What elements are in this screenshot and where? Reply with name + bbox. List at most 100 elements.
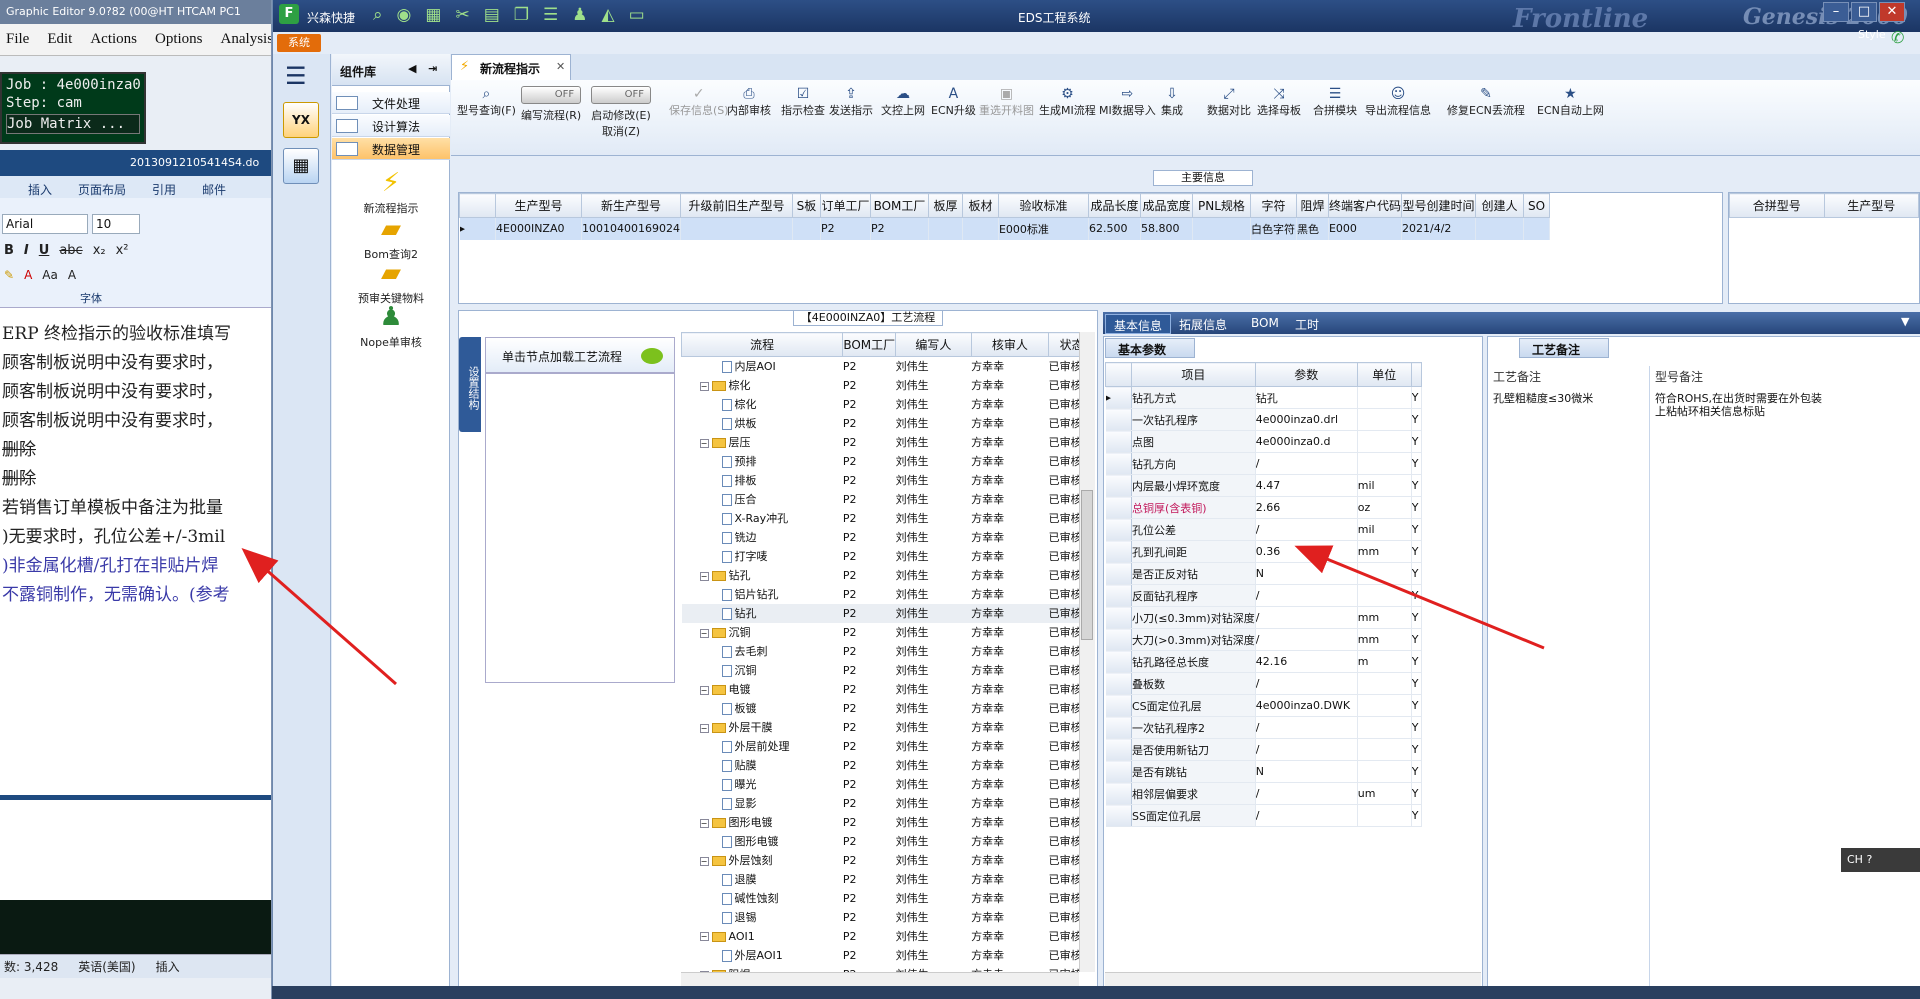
main-data-row[interactable]: ▸ 4E000INZA0 10010400169024 P2 P2 E000标准 62.50…	[459, 217, 1550, 240]
help-icon[interactable]: ?	[1866, 853, 1872, 866]
close-tab-icon[interactable]: ✕	[556, 60, 565, 73]
bg-menu-options[interactable]: Options	[155, 31, 203, 48]
tool-pre-review[interactable]: ▰ 预审关键物料	[332, 258, 450, 306]
collapse-icon[interactable]: −	[699, 723, 709, 733]
collapse-icon[interactable]: −	[699, 932, 709, 941]
process-node[interactable]: − 钻孔	[682, 566, 843, 585]
process-row[interactable]: 铣边 P2 刘伟生 方幸幸 已审核	[682, 528, 1095, 547]
main-col-header[interactable]: BOM工厂	[869, 193, 929, 218]
param-value[interactable]: /	[1255, 716, 1358, 739]
tab-extended-info[interactable]: 拓展信息	[1171, 314, 1235, 334]
process-row[interactable]: − 层压 P2 刘伟生 方幸幸 已审核	[682, 433, 1095, 452]
main-col-header[interactable]: 新生产型号	[581, 193, 681, 218]
toolbar-btn-11[interactable]: ⇨ MI数据导入	[1099, 86, 1156, 118]
toolbar-btn-7[interactable]: ☁ 文控上网	[881, 86, 925, 118]
chevron-down-icon[interactable]: ▼	[1901, 315, 1909, 328]
process-node[interactable]: 铣边	[682, 528, 843, 547]
main-cell[interactable]	[928, 217, 963, 240]
toolbar-btn-1[interactable]: OFF 编写流程(R)	[521, 86, 581, 123]
minimize-button[interactable]: –	[1823, 2, 1849, 22]
main-cell[interactable]: E000	[1328, 217, 1403, 240]
merge-col-model[interactable]: 合拼型号	[1729, 193, 1825, 218]
close-button[interactable]: ✕	[1879, 2, 1905, 22]
toolbar-btn-6[interactable]: ⇪ 发送指示	[829, 86, 873, 118]
main-cell[interactable]	[680, 217, 793, 240]
craft-note-value[interactable]: 孔壁粗糙度≤30微米	[1489, 392, 1649, 405]
process-node[interactable]: 打字唛	[682, 547, 843, 566]
process-node[interactable]: − 层压	[682, 433, 843, 452]
language-status[interactable]: 英语(美国)	[78, 958, 135, 975]
main-col-header[interactable]: 成品长度	[1087, 193, 1141, 218]
process-row[interactable]: 碱性蚀刻 P2 刘伟生 方幸幸 已审核	[682, 889, 1095, 908]
list-icon[interactable]: ☰	[543, 5, 558, 25]
toolbar-btn-16[interactable]: ☺ 导出流程信息	[1365, 86, 1431, 118]
process-row[interactable]: 压合 P2 刘伟生 方幸幸 已审核	[682, 490, 1095, 509]
param-value[interactable]: 钻孔	[1255, 386, 1358, 409]
collapse-icon[interactable]: −	[699, 438, 709, 448]
param-value[interactable]: /	[1255, 672, 1358, 695]
process-row[interactable]: 棕化 P2 刘伟生 方幸幸 已审核	[682, 395, 1095, 414]
main-cell[interactable]: 62.500	[1088, 217, 1141, 240]
main-col-header[interactable]: 成品宽度	[1139, 193, 1193, 218]
param-value[interactable]: /	[1255, 782, 1358, 805]
font-name-select[interactable]: Arial	[2, 214, 88, 234]
process-col-header[interactable]: 流程	[681, 332, 844, 357]
process-node[interactable]: −阻焊	[682, 965, 843, 972]
structure-area[interactable]	[485, 373, 675, 683]
process-node[interactable]: 显影	[682, 794, 843, 813]
main-col-header[interactable]: S板	[791, 193, 821, 218]
process-node[interactable]: 去毛刺	[682, 642, 843, 661]
collapse-icon[interactable]: −	[699, 571, 709, 581]
toolbar-btn-3[interactable]: ✓ 保存信息(S)	[669, 86, 729, 118]
process-row[interactable]: 去毛刺 P2 刘伟生 方幸幸 已审核	[682, 642, 1095, 661]
process-node[interactable]: − 外层蚀刻	[682, 851, 843, 870]
params-row[interactable]: 点图 4e000inza0.d Y	[1105, 430, 1422, 453]
param-value[interactable]: 2.66	[1255, 496, 1358, 519]
param-value[interactable]: 4.47	[1255, 474, 1358, 497]
process-row[interactable]: − 图形电镀 P2 刘伟生 方幸幸 已审核	[682, 813, 1095, 832]
main-col-header[interactable]: 型号创建时间	[1401, 193, 1476, 218]
word-count[interactable]: 数: 3,428	[4, 958, 58, 975]
process-row[interactable]: 钻孔 P2 刘伟生 方幸幸 已审核	[681, 603, 1095, 623]
toolbar-btn-4[interactable]: ⎙ 内部审核	[727, 86, 771, 118]
pin-icon[interactable]: ⇥	[428, 62, 437, 75]
process-node[interactable]: 图形电镀	[682, 832, 843, 851]
toolbar-btn-5[interactable]: ☑ 指示检查	[781, 86, 825, 118]
process-col-header[interactable]: 编写人	[895, 332, 972, 357]
main-col-header[interactable]: 升级前旧生产型号	[679, 193, 793, 218]
chevron-left-icon[interactable]: ◀	[408, 62, 416, 75]
process-row[interactable]: 退膜 P2 刘伟生 方幸幸 已审核	[682, 870, 1095, 889]
font-size-select[interactable]: 10	[92, 214, 140, 234]
params-row[interactable]: 孔位公差 / mil Y	[1105, 518, 1422, 541]
param-value[interactable]: N	[1255, 562, 1358, 585]
library-item-file[interactable]: 文件处理	[332, 92, 450, 114]
param-value[interactable]: N	[1255, 760, 1358, 783]
insert-mode[interactable]: 插入	[156, 958, 180, 975]
process-row[interactable]: − 钻孔 P2 刘伟生 方幸幸 已审核	[682, 566, 1095, 585]
toolbar-btn-15[interactable]: ☰ 合拼模块	[1313, 86, 1357, 118]
main-col-header[interactable]: 生产型号	[495, 193, 582, 218]
word-doc-tab[interactable]: 20130912105414S4.do	[0, 150, 271, 176]
params-row[interactable]: 是否有跳钻 N Y	[1105, 760, 1422, 783]
process-row[interactable]: 打字唛 P2 刘伟生 方幸幸 已审核	[682, 547, 1095, 566]
process-hscrollbar[interactable]	[681, 972, 1079, 986]
process-row[interactable]: − AOI1 P2 刘伟生 方幸幸 已审核	[682, 927, 1095, 946]
params-row[interactable]: 一次钻孔程序2/ Y	[1105, 716, 1422, 739]
italic-icon[interactable]: I	[24, 243, 29, 258]
process-node[interactable]: 贴膜	[682, 756, 843, 775]
toolbar-btn-2[interactable]: OFF 启动修改(E) 取消(Z)	[591, 86, 651, 139]
process-node[interactable]: − 图形电镀	[682, 813, 843, 832]
params-row[interactable]: ▸ 钻孔方式 钻孔 Y	[1105, 386, 1422, 409]
tab-new-process[interactable]: ⚡ 新流程指示 ✕	[451, 54, 571, 80]
param-value[interactable]: /	[1255, 606, 1358, 629]
search-icon[interactable]: ⌕	[373, 5, 383, 25]
strike-icon[interactable]: abc	[59, 243, 82, 258]
params-row[interactable]: 孔到孔间距 0.36 mm Y	[1105, 540, 1422, 563]
film-icon[interactable]: ▤	[484, 5, 500, 25]
params-row[interactable]: CS面定位孔层 4e000inza0.DWK Y	[1105, 694, 1422, 717]
params-row[interactable]: 总铜厚(含表铜) 2.66 oz Y	[1105, 496, 1422, 519]
library-item-algorithm[interactable]: 设计算法	[332, 115, 450, 137]
process-col-header[interactable]: 核审人	[970, 332, 1050, 357]
main-cell[interactable]	[792, 217, 821, 240]
main-cell[interactable]: P2	[870, 217, 929, 240]
